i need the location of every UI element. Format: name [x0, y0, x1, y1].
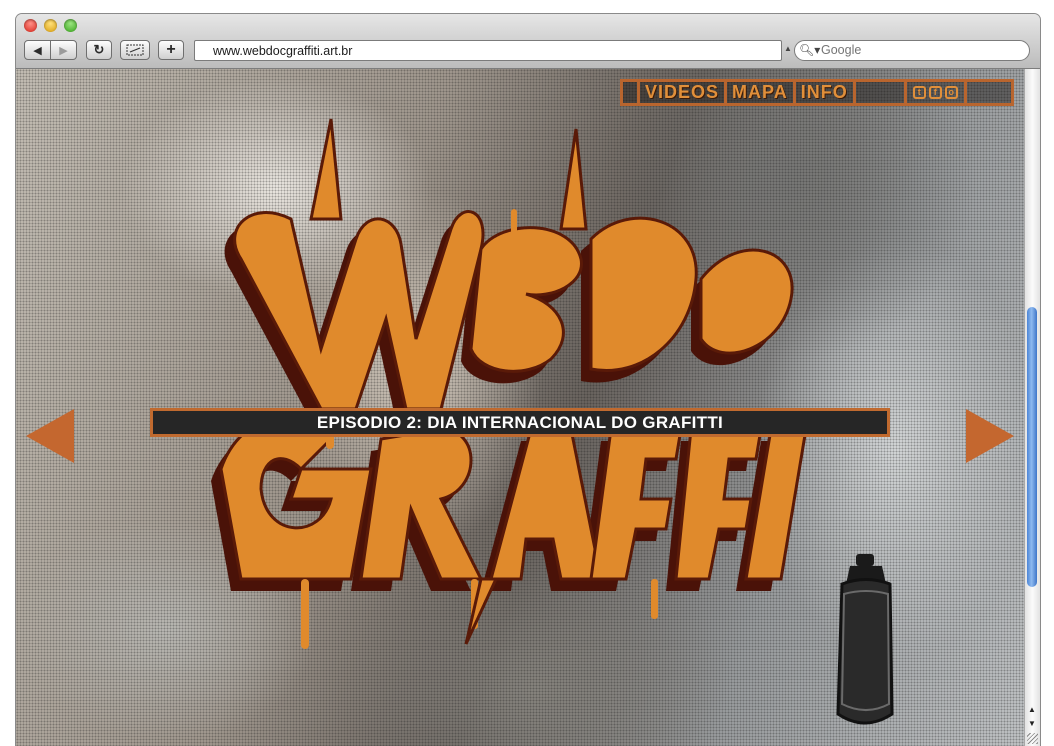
resize-grip-icon[interactable]	[1027, 733, 1038, 744]
browser-window: ◀ ▶ ↻ + www.webdocgraffiti.art.br ▲ 🔍︎▾ …	[16, 14, 1040, 746]
nav-mapa[interactable]: MAPA	[727, 82, 796, 103]
snippet-icon	[126, 44, 144, 56]
back-button[interactable]: ◀	[24, 40, 51, 60]
facebook-icon[interactable]: f	[928, 86, 942, 99]
plus-icon: +	[166, 41, 176, 58]
scroll-down-icon[interactable]: ▼	[1028, 719, 1036, 728]
search-input[interactable]	[821, 43, 1021, 57]
previous-episode-arrow-icon[interactable]	[26, 409, 74, 463]
vertical-scrollbar[interactable]: ▲ ▼	[1024, 69, 1040, 746]
nav-videos[interactable]: VIDEOS	[640, 82, 728, 103]
browser-toolbar: ◀ ▶ ↻ + www.webdocgraffiti.art.br ▲ 🔍︎▾	[16, 14, 1040, 69]
reload-button[interactable]: ↻	[86, 40, 112, 60]
minimize-window-button[interactable]	[44, 19, 57, 32]
forward-button[interactable]: ▶	[50, 40, 77, 60]
ensaio-spray-can-icon[interactable]	[828, 554, 904, 726]
nav-divider	[856, 82, 907, 103]
snippet-button[interactable]	[120, 40, 150, 60]
search-box[interactable]: 🔍︎▾	[794, 40, 1030, 61]
next-episode-arrow-icon[interactable]	[966, 409, 1014, 463]
social-links: t f o	[907, 82, 967, 103]
nav-divider	[967, 82, 1011, 103]
scrollbar-thumb[interactable]	[1027, 307, 1037, 587]
twitter-icon[interactable]: t	[912, 86, 926, 99]
page-viewport: VIDEOS MAPA INFO t f o EPISODIO 2: DIA I…	[16, 69, 1024, 746]
zoom-window-button[interactable]	[64, 19, 77, 32]
site-nav: VIDEOS MAPA INFO t f o	[620, 79, 1014, 106]
address-bar[interactable]: www.webdocgraffiti.art.br	[194, 40, 782, 61]
add-bookmark-button[interactable]: +	[158, 40, 184, 60]
url-text: www.webdocgraffiti.art.br	[213, 44, 353, 58]
url-dropdown-icon[interactable]: ▲	[784, 44, 792, 53]
episode-title: EPISODIO 2: DIA INTERNACIONAL DO GRAFITT…	[150, 408, 890, 437]
webdoc-graffiti-logo	[211, 118, 808, 649]
close-window-button[interactable]	[24, 19, 37, 32]
back-arrow-icon: ◀	[33, 44, 42, 57]
instagram-icon[interactable]: o	[944, 86, 958, 99]
nav-info[interactable]: INFO	[796, 82, 856, 103]
search-icon: 🔍︎▾	[799, 43, 821, 57]
scroll-up-icon[interactable]: ▲	[1028, 705, 1036, 714]
forward-arrow-icon: ▶	[59, 44, 68, 57]
reload-icon: ↻	[93, 42, 105, 57]
nav-divider	[623, 82, 640, 103]
